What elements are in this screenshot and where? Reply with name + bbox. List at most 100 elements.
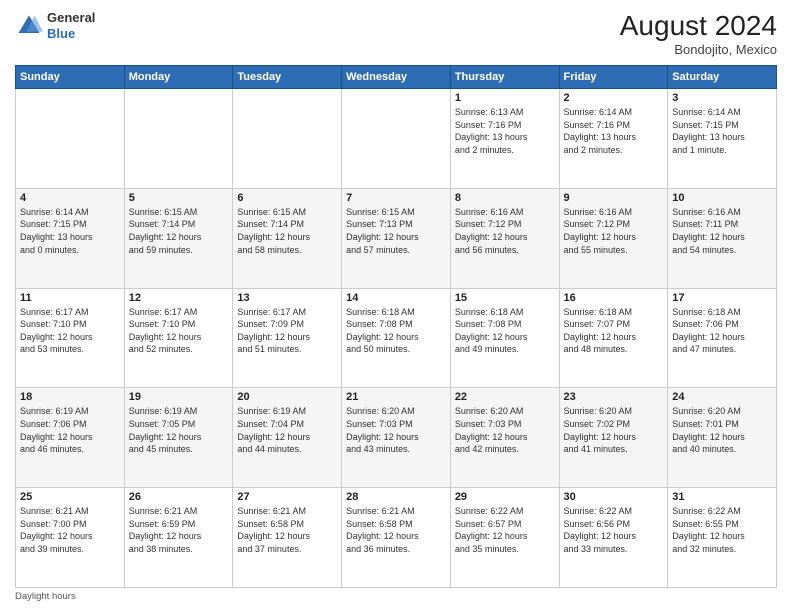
day-info: Sunrise: 6:21 AM Sunset: 6:59 PM Dayligh… — [129, 505, 229, 555]
calendar-week-1: 1 Sunrise: 6:13 AM Sunset: 7:16 PM Daylig… — [16, 89, 777, 189]
day-number: 3 — [672, 92, 772, 104]
calendar-cell-4-4: 21 Sunrise: 6:20 AM Sunset: 7:03 PM Dayli… — [342, 388, 451, 488]
day-number: 20 — [237, 391, 337, 403]
calendar-cell-2-7: 10 Sunrise: 6:16 AM Sunset: 7:11 PM Dayli… — [668, 188, 777, 288]
day-number: 10 — [672, 192, 772, 204]
calendar-cell-1-3 — [233, 89, 342, 189]
day-number: 4 — [20, 192, 120, 204]
calendar-cell-5-5: 29Sunrise: 6:22 AM Sunset: 6:57 PM Dayli… — [450, 488, 559, 588]
calendar-cell-5-1: 25 Sunrise: 6:21 AM Sunset: 7:00 PM Dayli… — [16, 488, 125, 588]
calendar-cell-2-6: 9 Sunrise: 6:16 AM Sunset: 7:12 PM Daylig… — [559, 188, 668, 288]
day-info: Sunrise: 6:14 AM Sunset: 7:15 PM Dayligh… — [672, 106, 772, 156]
day-info: Sunrise: 6:21 AM Sunset: 7:00 PM Dayligh… — [20, 505, 120, 555]
day-info: Sunrise: 6:15 AM Sunset: 7:13 PM Dayligh… — [346, 206, 446, 256]
calendar-cell-4-5: 22 Sunrise: 6:20 AM Sunset: 7:03 PM Dayli… — [450, 388, 559, 488]
day-info: Sunrise: 6:18 AM Sunset: 7:08 PM Dayligh… — [346, 306, 446, 356]
calendar-cell-4-7: 24Sunrise: 6:20 AM Sunset: 7:01 PM Dayli… — [668, 388, 777, 488]
day-info: Sunrise: 6:20 AM Sunset: 7:03 PM Dayligh… — [455, 405, 555, 455]
day-header-thursday: Thursday — [450, 66, 559, 89]
day-number: 16 — [564, 292, 664, 304]
location: Bondojito, Mexico — [620, 42, 777, 57]
day-info: Sunrise: 6:15 AM Sunset: 7:14 PM Dayligh… — [237, 206, 337, 256]
calendar-table: SundayMondayTuesdayWednesdayThursdayFrid… — [15, 65, 777, 588]
day-number: 17 — [672, 292, 772, 304]
calendar-cell-2-5: 8 Sunrise: 6:16 AM Sunset: 7:12 PM Daylig… — [450, 188, 559, 288]
day-info: Sunrise: 6:18 AM Sunset: 7:06 PM Dayligh… — [672, 306, 772, 356]
day-number: 27 — [237, 491, 337, 503]
day-info: Sunrise: 6:13 AM Sunset: 7:16 PM Dayligh… — [455, 106, 555, 156]
day-info: Sunrise: 6:14 AM Sunset: 7:15 PM Dayligh… — [20, 206, 120, 256]
day-number: 26 — [129, 491, 229, 503]
day-number: 22 — [455, 391, 555, 403]
calendar-cell-4-3: 20 Sunrise: 6:19 AM Sunset: 7:04 PM Dayli… — [233, 388, 342, 488]
day-number: 28 — [346, 491, 446, 503]
day-info: Sunrise: 6:16 AM Sunset: 7:11 PM Dayligh… — [672, 206, 772, 256]
day-number: 21 — [346, 391, 446, 403]
footer-note: Daylight hours — [15, 591, 777, 602]
calendar-cell-5-7: 31 Sunrise: 6:22 AM Sunset: 6:55 PM Dayli… — [668, 488, 777, 588]
day-number: 1 — [455, 92, 555, 104]
day-number: 12 — [129, 292, 229, 304]
calendar-cell-1-1 — [16, 89, 125, 189]
day-number: 6 — [237, 192, 337, 204]
day-info: Sunrise: 6:20 AM Sunset: 7:02 PM Dayligh… — [564, 405, 664, 455]
day-info: Sunrise: 6:18 AM Sunset: 7:08 PM Dayligh… — [455, 306, 555, 356]
calendar-week-3: 11Sunrise: 6:17 AM Sunset: 7:10 PM Dayli… — [16, 288, 777, 388]
month-year: August 2024 — [620, 10, 777, 42]
calendar-cell-3-1: 11Sunrise: 6:17 AM Sunset: 7:10 PM Dayli… — [16, 288, 125, 388]
calendar-cell-4-6: 23Sunrise: 6:20 AM Sunset: 7:02 PM Dayli… — [559, 388, 668, 488]
logo-general: General — [47, 10, 95, 26]
calendar-cell-3-6: 16 Sunrise: 6:18 AM Sunset: 7:07 PM Dayli… — [559, 288, 668, 388]
day-info: Sunrise: 6:21 AM Sunset: 6:58 PM Dayligh… — [237, 505, 337, 555]
day-number: 11 — [20, 292, 120, 304]
calendar-cell-2-3: 6 Sunrise: 6:15 AM Sunset: 7:14 PM Daylig… — [233, 188, 342, 288]
logo: General Blue — [15, 10, 95, 41]
calendar-cell-4-2: 19 Sunrise: 6:19 AM Sunset: 7:05 PM Dayli… — [124, 388, 233, 488]
day-info: Sunrise: 6:18 AM Sunset: 7:07 PM Dayligh… — [564, 306, 664, 356]
page: General Blue August 2024 Bondojito, Mexi… — [0, 0, 792, 612]
day-number: 19 — [129, 391, 229, 403]
calendar-cell-1-7: 3 Sunrise: 6:14 AM Sunset: 7:15 PM Daylig… — [668, 89, 777, 189]
day-info: Sunrise: 6:17 AM Sunset: 7:09 PM Dayligh… — [237, 306, 337, 356]
calendar-cell-5-3: 27 Sunrise: 6:21 AM Sunset: 6:58 PM Dayli… — [233, 488, 342, 588]
calendar-cell-3-4: 14Sunrise: 6:18 AM Sunset: 7:08 PM Dayli… — [342, 288, 451, 388]
day-number: 8 — [455, 192, 555, 204]
day-info: Sunrise: 6:19 AM Sunset: 7:04 PM Dayligh… — [237, 405, 337, 455]
calendar-cell-3-7: 17 Sunrise: 6:18 AM Sunset: 7:06 PM Dayli… — [668, 288, 777, 388]
header: General Blue August 2024 Bondojito, Mexi… — [15, 10, 777, 57]
day-header-wednesday: Wednesday — [342, 66, 451, 89]
day-number: 24 — [672, 391, 772, 403]
day-number: 30 — [564, 491, 664, 503]
day-info: Sunrise: 6:21 AM Sunset: 6:58 PM Dayligh… — [346, 505, 446, 555]
calendar-cell-1-4 — [342, 89, 451, 189]
day-info: Sunrise: 6:16 AM Sunset: 7:12 PM Dayligh… — [564, 206, 664, 256]
day-info: Sunrise: 6:14 AM Sunset: 7:16 PM Dayligh… — [564, 106, 664, 156]
calendar-cell-1-6: 2 Sunrise: 6:14 AM Sunset: 7:16 PM Daylig… — [559, 89, 668, 189]
calendar-cell-2-1: 4 Sunrise: 6:14 AM Sunset: 7:15 PM Daylig… — [16, 188, 125, 288]
day-info: Sunrise: 6:20 AM Sunset: 7:03 PM Dayligh… — [346, 405, 446, 455]
day-info: Sunrise: 6:19 AM Sunset: 7:05 PM Dayligh… — [129, 405, 229, 455]
logo-blue: Blue — [47, 26, 95, 42]
day-info: Sunrise: 6:16 AM Sunset: 7:12 PM Dayligh… — [455, 206, 555, 256]
calendar-header-row: SundayMondayTuesdayWednesdayThursdayFrid… — [16, 66, 777, 89]
calendar-cell-4-1: 18 Sunrise: 6:19 AM Sunset: 7:06 PM Dayli… — [16, 388, 125, 488]
day-info: Sunrise: 6:15 AM Sunset: 7:14 PM Dayligh… — [129, 206, 229, 256]
calendar-week-2: 4 Sunrise: 6:14 AM Sunset: 7:15 PM Daylig… — [16, 188, 777, 288]
logo-icon — [15, 12, 43, 40]
day-number: 31 — [672, 491, 772, 503]
day-number: 9 — [564, 192, 664, 204]
day-info: Sunrise: 6:19 AM Sunset: 7:06 PM Dayligh… — [20, 405, 120, 455]
day-number: 2 — [564, 92, 664, 104]
calendar-cell-5-4: 28 Sunrise: 6:21 AM Sunset: 6:58 PM Dayli… — [342, 488, 451, 588]
day-info: Sunrise: 6:22 AM Sunset: 6:55 PM Dayligh… — [672, 505, 772, 555]
day-number: 25 — [20, 491, 120, 503]
day-number: 15 — [455, 292, 555, 304]
calendar-week-4: 18 Sunrise: 6:19 AM Sunset: 7:06 PM Dayli… — [16, 388, 777, 488]
day-info: Sunrise: 6:22 AM Sunset: 6:57 PM Dayligh… — [455, 505, 555, 555]
calendar-cell-3-2: 12Sunrise: 6:17 AM Sunset: 7:10 PM Dayli… — [124, 288, 233, 388]
day-number: 18 — [20, 391, 120, 403]
day-header-monday: Monday — [124, 66, 233, 89]
day-header-sunday: Sunday — [16, 66, 125, 89]
day-header-saturday: Saturday — [668, 66, 777, 89]
calendar-cell-1-5: 1 Sunrise: 6:13 AM Sunset: 7:16 PM Daylig… — [450, 89, 559, 189]
